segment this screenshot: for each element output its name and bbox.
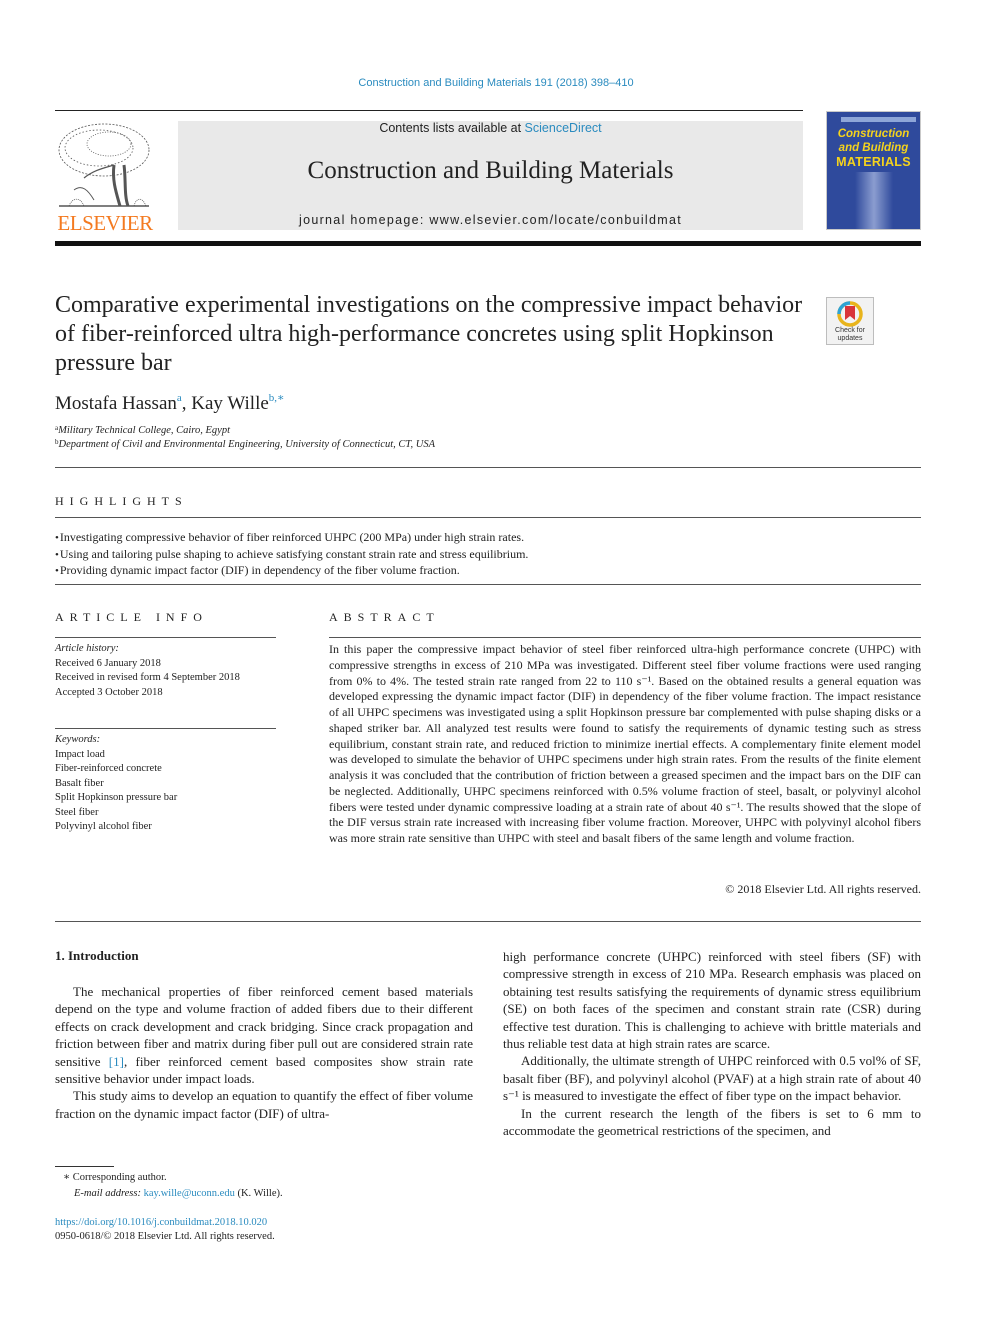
header-thick-rule (55, 241, 921, 246)
affiliation-text: Department of Civil and Environmental En… (58, 439, 436, 450)
paragraph: The mechanical properties of fiber reinf… (55, 983, 473, 1087)
paragraph: In the current research the length of th… (503, 1105, 921, 1139)
cover-title-line1: Construction (837, 128, 910, 140)
email-link[interactable]: kay.wille@uconn.edu (144, 1188, 235, 1199)
paragraph: This study aims to develop an equation t… (55, 1088, 473, 1121)
highlight-item: Using and tailoring pulse shaping to ach… (55, 547, 921, 564)
elsevier-wordmark: ELSEVIER (57, 211, 153, 235)
journal-reference-link[interactable]: Construction and Building Materials 191 … (0, 77, 992, 89)
affiliation: bDepartment of Civil and Environmental E… (55, 438, 435, 450)
author-separator: , (181, 393, 192, 414)
crossmark-icon (837, 301, 863, 327)
keyword: Fiber-reinforced concrete (55, 763, 162, 774)
corresponding-author-note: ∗ Corresponding author. (55, 1170, 283, 1186)
cover-strip (841, 117, 916, 122)
divider (329, 637, 921, 638)
cover-title-line3: MATERIALS (836, 155, 911, 169)
body-column-left: The mechanical properties of fiber reinf… (55, 983, 473, 1122)
cover-band (855, 172, 893, 229)
keywords: Keywords: Impact load Fiber-reinforced c… (55, 733, 285, 835)
contents-prefix: Contents lists available at (379, 121, 525, 135)
citation-link[interactable]: [1] (109, 1054, 124, 1069)
contents-line: Contents lists available at ScienceDirec… (178, 121, 803, 135)
author-name[interactable]: Mostafa Hassan (55, 393, 177, 414)
highlight-item: Investigating compressive behavior of fi… (55, 530, 921, 547)
paragraph: Additionally, the ultimate strength of U… (503, 1053, 921, 1104)
divider (55, 637, 276, 638)
author-affiliation-marker[interactable]: b,∗ (269, 392, 285, 404)
affiliation: aMilitary Technical College, Cairo, Egyp… (55, 424, 230, 436)
crossmark-label: Check for updates (835, 327, 865, 342)
footnotes: ∗ Corresponding author. E-mail address: … (55, 1170, 283, 1202)
author-name[interactable]: Kay Wille (191, 393, 269, 414)
highlights-list: Investigating compressive behavior of fi… (55, 530, 921, 580)
highlight-item: Providing dynamic impact factor (DIF) in… (55, 563, 921, 580)
issn-copyright: 0950-0618/© 2018 Elsevier Ltd. All right… (55, 1231, 275, 1242)
affiliation-text: Military Technical College, Cairo, Egypt (58, 425, 230, 436)
highlights-heading: HIGHLIGHTS (55, 494, 188, 508)
keyword: Impact load (55, 748, 105, 760)
divider (55, 584, 921, 585)
header-rule (55, 110, 803, 111)
check-for-updates-button[interactable]: Check for updates (826, 297, 874, 345)
abstract-text: In this paper the compressive impact beh… (329, 642, 921, 845)
cover-title: Construction and Building MATERIALS (829, 127, 918, 169)
keyword: Split Hopkinson pressure bar (55, 792, 178, 803)
email-label: E-mail address: (74, 1188, 141, 1199)
paragraph: high performance concrete (UHPC) reinfor… (503, 949, 921, 1052)
email-note: E-mail address: kay.wille@uconn.edu (K. … (55, 1186, 283, 1202)
abstract-heading: ABSTRACT (329, 610, 440, 624)
cover-title-line2: and Building (838, 142, 909, 154)
history-entry: Received in revised form 4 September 201… (55, 672, 240, 683)
article-history: Article history: Received 6 January 2018… (55, 642, 285, 700)
divider (55, 728, 276, 729)
keywords-label: Keywords: (55, 734, 101, 745)
journal-title: Construction and Building Materials (307, 157, 674, 184)
footnote-text: Corresponding author. (72, 1172, 167, 1183)
article-title: Comparative experimental investigations … (55, 292, 803, 376)
doi-link[interactable]: https://doi.org/10.1016/j.conbuildmat.20… (55, 1216, 275, 1230)
tree-icon (58, 123, 150, 207)
keyword: Polyvinyl alcohol fiber (55, 821, 152, 832)
journal-cover-image[interactable]: Construction and Building MATERIALS (826, 111, 921, 230)
sciencedirect-link[interactable]: ScienceDirect (525, 121, 602, 135)
section-heading-introduction: 1. Introduction (55, 948, 139, 963)
author-list: Mostafa Hassana, Kay Willeb,∗ (55, 391, 285, 415)
keyword: Basalt fiber (55, 777, 104, 789)
history-entry: Received 6 January 2018 (55, 657, 161, 669)
email-suffix: (K. Wille). (234, 1188, 283, 1199)
page-footer: https://doi.org/10.1016/j.conbuildmat.20… (55, 1216, 275, 1244)
journal-homepage-link[interactable]: journal homepage: www.elsevier.com/locat… (178, 213, 803, 227)
divider (55, 921, 921, 922)
divider (55, 467, 921, 468)
body-column-right: high performance concrete (UHPC) reinfor… (503, 948, 921, 1139)
journal-masthead: Contents lists available at ScienceDirec… (178, 121, 803, 230)
abstract-copyright: © 2018 Elsevier Ltd. All rights reserved… (725, 882, 921, 896)
history-entry: Accepted 3 October 2018 (55, 686, 163, 698)
footnote-marker: ∗ (63, 1172, 71, 1183)
article-history-label: Article history: (55, 643, 119, 654)
divider (55, 517, 921, 518)
footnote-rule (55, 1166, 114, 1167)
keyword: Steel fiber (55, 806, 99, 818)
article-info-heading: ARTICLE INFO (55, 610, 208, 624)
